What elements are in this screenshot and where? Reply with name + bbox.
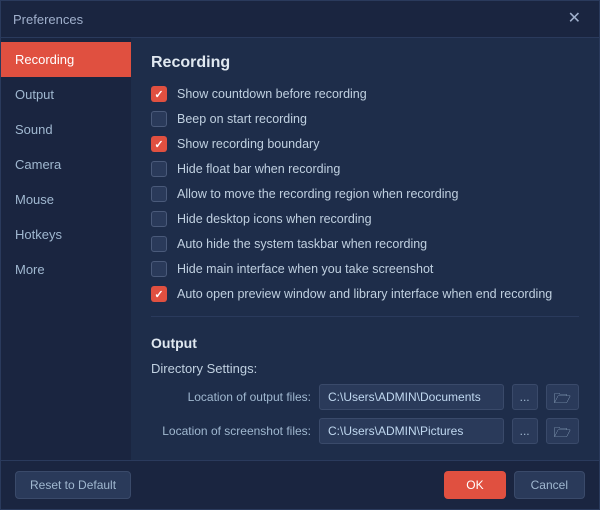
output-dots-button[interactable]: ... [512, 384, 538, 410]
output-folder-button[interactable]: 🗁 [546, 384, 579, 410]
checkbox-row-desktopicons[interactable]: Hide desktop icons when recording [151, 211, 579, 227]
checkbox-label-countdown: Show countdown before recording [177, 87, 367, 101]
checkbox-taskbar[interactable] [151, 236, 167, 252]
checkbox-maininterface[interactable] [151, 261, 167, 277]
checkbox-row-countdown[interactable]: Show countdown before recording [151, 86, 579, 102]
screenshot-files-input[interactable] [319, 418, 504, 444]
sidebar-item-recording[interactable]: Recording [1, 42, 131, 77]
checkbox-row-taskbar[interactable]: Auto hide the system taskbar when record… [151, 236, 579, 252]
sidebar-item-camera[interactable]: Camera [1, 147, 131, 182]
main-content: RecordingOutputSoundCameraMouseHotkeysMo… [1, 38, 599, 460]
checkbox-autoopen[interactable] [151, 286, 167, 302]
action-buttons: OK Cancel [444, 471, 585, 499]
checkbox-label-autoopen: Auto open preview window and library int… [177, 287, 552, 301]
screenshot-folder-button[interactable]: 🗁 [546, 418, 579, 444]
checkbox-moveregion[interactable] [151, 186, 167, 202]
title-bar: Preferences ✕ [1, 1, 599, 38]
sidebar-item-more[interactable]: More [1, 252, 131, 287]
ok-button[interactable]: OK [444, 471, 505, 499]
screenshot-dots-button[interactable]: ... [512, 418, 538, 444]
sidebar-item-mouse[interactable]: Mouse [1, 182, 131, 217]
bottom-bar: Reset to Default OK Cancel [1, 460, 599, 509]
checkbox-row-beep[interactable]: Beep on start recording [151, 111, 579, 127]
sidebar-item-output[interactable]: Output [1, 77, 131, 112]
cancel-button[interactable]: Cancel [514, 471, 585, 499]
checkboxes-container: Show countdown before recording Beep on s… [151, 86, 579, 302]
output-files-row: Location of output files: ... 🗁 [151, 384, 579, 410]
screenshot-files-row: Location of screenshot files: ... 🗁 [151, 418, 579, 444]
preferences-dialog: Preferences ✕ RecordingOutputSoundCamera… [0, 0, 600, 510]
checkbox-row-moveregion[interactable]: Allow to move the recording region when … [151, 186, 579, 202]
checkbox-label-maininterface: Hide main interface when you take screen… [177, 262, 433, 276]
checkbox-countdown[interactable] [151, 86, 167, 102]
checkbox-beep[interactable] [151, 111, 167, 127]
checkbox-label-boundary: Show recording boundary [177, 137, 319, 151]
checkbox-boundary[interactable] [151, 136, 167, 152]
output-section: Output Directory Settings: Location of o… [151, 335, 579, 460]
output-files-label: Location of output files: [151, 390, 311, 404]
sidebar-item-hotkeys[interactable]: Hotkeys [1, 217, 131, 252]
checkbox-row-boundary[interactable]: Show recording boundary [151, 136, 579, 152]
checkbox-label-moveregion: Allow to move the recording region when … [177, 187, 458, 201]
output-section-title: Output [151, 335, 579, 351]
close-button[interactable]: ✕ [562, 9, 587, 29]
content-area: Recording Show countdown before recordin… [131, 38, 599, 460]
sidebar-item-sound[interactable]: Sound [1, 112, 131, 147]
sidebar: RecordingOutputSoundCameraMouseHotkeysMo… [1, 38, 131, 460]
dir-settings-title: Directory Settings: [151, 361, 579, 376]
reset-button[interactable]: Reset to Default [15, 471, 131, 499]
recording-section-title: Recording [151, 54, 579, 72]
checkbox-row-floatbar[interactable]: Hide float bar when recording [151, 161, 579, 177]
checkbox-desktopicons[interactable] [151, 211, 167, 227]
checkbox-row-autoopen[interactable]: Auto open preview window and library int… [151, 286, 579, 302]
divider [151, 316, 579, 317]
checkbox-row-maininterface[interactable]: Hide main interface when you take screen… [151, 261, 579, 277]
checkbox-label-floatbar: Hide float bar when recording [177, 162, 340, 176]
dialog-title: Preferences [13, 12, 83, 27]
checkbox-label-taskbar: Auto hide the system taskbar when record… [177, 237, 427, 251]
screenshot-files-label: Location of screenshot files: [151, 424, 311, 438]
checkbox-label-desktopicons: Hide desktop icons when recording [177, 212, 372, 226]
output-files-input[interactable] [319, 384, 504, 410]
checkbox-floatbar[interactable] [151, 161, 167, 177]
checkbox-label-beep: Beep on start recording [177, 112, 307, 126]
